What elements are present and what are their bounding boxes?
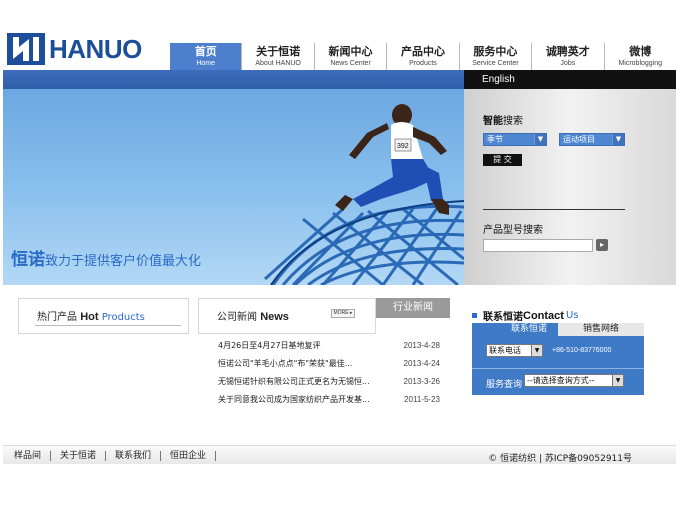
more-button[interactable]: MORE ▸: [331, 309, 355, 318]
news-title: 4月26日至4月27日基地复评: [218, 340, 321, 350]
footer-link-about[interactable]: 关于恒诺: [51, 451, 107, 461]
nav-products[interactable]: 产品中心 Products: [386, 43, 458, 70]
news-date: 2013-4-24: [403, 358, 440, 368]
news-item[interactable]: 无锡恒诺针织有限公司正式更名为无锡恒... 2013-3-26: [218, 372, 440, 390]
banner-slogan: 恒诺致力于提供客户价值最大化: [11, 245, 201, 270]
activity-select[interactable]: 运动项目 ▼: [559, 133, 625, 146]
nav-home[interactable]: 首页 Home: [170, 43, 242, 70]
company-news-title-en: News: [260, 311, 289, 323]
company-news-panel: 公司新闻 News MORE ▸: [198, 298, 376, 334]
slogan-brand: 恒诺: [11, 250, 45, 270]
nav-label: 新闻中心: [328, 45, 373, 58]
nav-news[interactable]: 新闻中心 News Center: [313, 43, 386, 70]
tab-industry-news[interactable]: 行业新闻: [376, 298, 450, 318]
phone-select-value: 联系电话: [489, 346, 521, 355]
hot-products-title-en-bold: Hot: [80, 311, 99, 323]
nav-sublabel: Microblogging: [618, 60, 663, 67]
tab-sales-network[interactable]: 销售网络: [558, 323, 644, 336]
logo-mark-icon: [7, 33, 45, 65]
search-go-button[interactable]: ▸: [596, 239, 608, 251]
news-title: 恒诺公司"羊毛小点点"布"荣获"最佳...: [218, 358, 353, 368]
divider: [35, 325, 181, 326]
chevron-down-icon: ▼: [612, 375, 623, 386]
news-item[interactable]: 关于同意我公司成为国家纺织产品开发基... 2011-5-23: [218, 390, 440, 408]
news-item[interactable]: 恒诺公司"羊毛小点点"布"荣获"最佳... 2013-4-24: [218, 354, 440, 372]
footer: 样品间 关于恒诺 联系我们 恒田企业 © 恒诺纺织 | 苏ICP备0905291…: [3, 445, 676, 464]
contact-title-en-bold: Contact: [523, 309, 564, 322]
nav-label: 微博: [629, 45, 652, 58]
company-news-title: 公司新闻 News: [217, 308, 289, 323]
nav-sublabel: About HANUO: [255, 60, 301, 67]
phone-select[interactable]: 联系电话 ▼: [486, 344, 543, 357]
bullet-square-icon: [472, 313, 477, 318]
english-link[interactable]: English: [464, 70, 676, 89]
copyright: © 恒诺纺织 | 苏ICP备09052911号: [488, 454, 632, 464]
nav-microblog[interactable]: 微博 Microblogging: [603, 43, 676, 70]
nav-sublabel: Service Center: [472, 60, 519, 67]
model-search-title: 产品型号搜索: [483, 225, 543, 236]
hero-banner: 392 恒诺致力于提供客户价值最大化: [3, 89, 464, 285]
nav-service[interactable]: 服务中心 Service Center: [458, 43, 531, 70]
service-query-select-value: --请选择查询方式--: [527, 376, 595, 385]
news-date: 2013-3-26: [403, 376, 440, 386]
hot-products-title: 热门产品 Hot Products: [37, 308, 145, 323]
nav-jobs[interactable]: 诚聘英才 Jobs: [531, 43, 603, 70]
season-select[interactable]: 季节 ▼: [483, 133, 547, 146]
service-query-label: 服务查询: [486, 380, 523, 390]
news-list: 4月26日至4月27日基地复评 2013-4-28 恒诺公司"羊毛小点点"布"荣…: [218, 336, 440, 408]
nav-about[interactable]: 关于恒诺 About HANUO: [241, 43, 313, 70]
activity-select-value: 运动项目: [563, 135, 595, 144]
season-select-value: 季节: [487, 135, 503, 144]
chevron-down-icon: ▼: [534, 134, 546, 145]
contact-title-zh: 联系恒诺: [483, 312, 523, 323]
nav-label: 诚聘英才: [545, 45, 590, 58]
svg-text:392: 392: [397, 143, 409, 150]
nav-label: 关于恒诺: [256, 45, 301, 58]
news-date: 2013-4-28: [403, 340, 440, 350]
arrow-right-icon: ▸: [599, 240, 604, 249]
nav-sublabel: News Center: [330, 60, 371, 67]
smart-search-title-rest: 搜索: [503, 116, 523, 127]
footer-links: 样品间 关于恒诺 联系我们 恒田企业: [14, 451, 217, 461]
divider: [483, 209, 625, 210]
nav-label: 服务中心: [473, 45, 518, 58]
nav-label: 产品中心: [400, 45, 445, 58]
divider: [472, 368, 644, 369]
news-title: 关于同意我公司成为国家纺织产品开发基...: [218, 394, 370, 404]
company-news-title-zh: 公司新闻: [217, 312, 257, 323]
service-query-select[interactable]: --请选择查询方式-- ▼: [524, 374, 624, 387]
contact-heading: 联系恒诺 Contact Us: [472, 308, 578, 323]
smart-search-title: 智能搜索: [483, 112, 523, 127]
tab-contact[interactable]: 联系恒诺: [500, 323, 558, 336]
nav-sublabel: Jobs: [560, 60, 576, 67]
nav-label: 首页: [194, 45, 217, 58]
hot-products-title-en: Products: [101, 312, 145, 323]
smart-search-panel: 智能搜索 季节 ▼ 运动项目 ▼ 提 交 产品型号搜索 ▸: [464, 89, 676, 285]
hanuo-logo[interactable]: HANUO: [7, 32, 145, 66]
contact-title-en: Us: [565, 310, 579, 321]
main-nav: 首页 Home 关于恒诺 About HANUO 新闻中心 News Cente…: [170, 43, 676, 70]
phone-number: +86-510-83776000: [552, 347, 612, 354]
news-date: 2011-5-23: [404, 394, 440, 404]
smart-search-title-bold: 智能: [483, 116, 503, 127]
submit-button[interactable]: 提 交: [483, 154, 522, 166]
slogan-text: 致力于提供客户价值最大化: [45, 254, 202, 269]
hot-products-panel: 热门产品 Hot Products: [18, 298, 189, 334]
contact-box: 联系恒诺 销售网络 联系电话 ▼ +86-510-83776000 服务查询 -…: [472, 323, 644, 395]
chevron-down-icon: ▼: [531, 345, 542, 356]
nav-sublabel: Home: [196, 60, 216, 67]
nav-sublabel: Products: [409, 60, 437, 67]
chevron-down-icon: ▼: [612, 134, 624, 145]
brand-name: HANUO: [49, 34, 142, 64]
tab-edge: [472, 323, 500, 336]
footer-link-enterprise[interactable]: 恒田企业: [161, 451, 217, 461]
news-item[interactable]: 4月26日至4月27日基地复评 2013-4-28: [218, 336, 440, 354]
news-title: 无锡恒诺针织有限公司正式更名为无锡恒...: [218, 376, 370, 386]
model-search-input[interactable]: [483, 239, 593, 252]
hot-products-title-zh: 热门产品: [37, 312, 77, 323]
footer-link-contact[interactable]: 联系我们: [106, 451, 162, 461]
footer-link-showroom[interactable]: 样品间: [14, 451, 52, 461]
